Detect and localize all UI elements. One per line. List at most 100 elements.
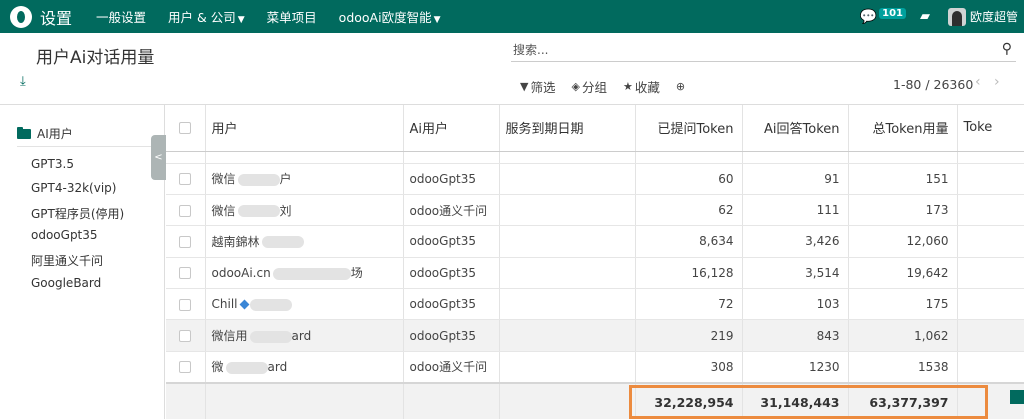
- table-row[interactable]: 微 ard odoo通义千问 308 1230 1538: [166, 351, 1024, 384]
- search-panel-item[interactable]: 阿里通义千问: [31, 252, 124, 276]
- pager-next-icon[interactable]: ›: [994, 74, 1000, 90]
- cell-total-token: 173: [848, 194, 958, 227]
- redacted-text: [261, 236, 304, 249]
- search-input[interactable]: [511, 42, 981, 57]
- row-checkbox[interactable]: [166, 288, 206, 321]
- cell-asked-token: 308: [635, 351, 743, 384]
- menu-odooai-label: odooAi欧度智能: [338, 10, 432, 25]
- search-panel-list: GPT3.5 GPT4-32k(vip) GPT程序员(停用) odooGpt3…: [31, 157, 124, 300]
- chat-icon[interactable]: 💬: [860, 9, 877, 25]
- user-name[interactable]: 欧度超管: [970, 8, 1018, 25]
- redacted-text: [249, 330, 292, 343]
- download-icon[interactable]: ⤓: [20, 74, 26, 89]
- cell-user: 微信用 ard: [205, 319, 404, 352]
- cell-expiry-date: [499, 288, 636, 321]
- table-row[interactable]: 微信 户 odooGpt35 60 91 151: [166, 163, 1024, 195]
- column-header-asked-token[interactable]: 已提问Token: [635, 105, 743, 152]
- checkbox[interactable]: [179, 298, 192, 311]
- cell-answer-token: 103: [742, 288, 849, 321]
- redacted-text: [225, 361, 268, 374]
- odoo-app-icon[interactable]: [10, 5, 32, 28]
- search-panel-item[interactable]: GPT3.5: [31, 157, 124, 181]
- table-row[interactable]: 微信 刘 odoo通义千问 62 111 173: [166, 194, 1024, 227]
- filter-button[interactable]: ▼ 筛选: [520, 77, 555, 96]
- layers-icon: ◈: [571, 80, 580, 93]
- cell-ai-user: odoo通义千问: [403, 351, 500, 384]
- cell-token-extra: [957, 351, 1024, 384]
- table-row[interactable]: 越南錦林 odooGpt35 8,634 3,426 12,060: [166, 225, 1024, 258]
- search-panel-item[interactable]: GPT4-32k(vip): [31, 181, 124, 205]
- cell-user: 越南錦林: [205, 225, 404, 258]
- table-row[interactable]: odooAi.cn 场 odooGpt35 16,128 3,514 19,642: [166, 257, 1024, 290]
- cell-total-token: 175: [848, 288, 958, 321]
- user-name-text: 越南錦林: [211, 234, 260, 249]
- search-panel: AI用户 GPT3.5 GPT4-32k(vip) GPT程序员(停用) odo…: [0, 105, 165, 419]
- top-navbar: 设置 一般设置 用户 & 公司 ▼ 菜单项目 odooAi欧度智能 ▼ 💬 101 …: [0, 0, 1024, 33]
- cell-asked-token: 72: [635, 288, 743, 321]
- row-checkbox[interactable]: [166, 257, 206, 290]
- checkbox[interactable]: [179, 121, 192, 134]
- favorites-button[interactable]: ★ 收藏: [623, 77, 660, 96]
- search-panel-item[interactable]: odooGpt35: [31, 228, 124, 252]
- cell-expiry-date: [499, 319, 636, 352]
- row-checkbox[interactable]: [166, 319, 206, 352]
- user-avatar[interactable]: [947, 7, 966, 26]
- zoom-in-icon: ⊕: [675, 80, 686, 93]
- menu-odooai[interactable]: odooAi欧度智能 ▼: [339, 7, 441, 26]
- menu-users-companies[interactable]: 用户 & 公司 ▼: [168, 7, 245, 26]
- search-panel-item[interactable]: GoogleBard: [31, 276, 124, 300]
- cell-expiry-date: [499, 225, 636, 258]
- column-header-token-truncated[interactable]: Toke: [957, 105, 1024, 152]
- column-header-user[interactable]: 用户: [205, 105, 404, 152]
- cell-ai-user: odoo通义千问: [403, 194, 500, 227]
- divider: [17, 146, 165, 147]
- collapse-panel-button[interactable]: <: [151, 135, 166, 180]
- caret-down-icon: ▼: [237, 15, 245, 25]
- menu-users-companies-label: 用户 & 公司: [168, 10, 236, 25]
- scrollbar-thumb[interactable]: [1010, 390, 1024, 404]
- zoom-search-button[interactable]: ⊕: [676, 80, 687, 93]
- checkbox[interactable]: [179, 267, 192, 280]
- row-checkbox[interactable]: [166, 351, 206, 384]
- cell-expiry-date: [499, 194, 636, 227]
- filter-icon: ▼: [520, 80, 529, 93]
- checkbox[interactable]: [179, 330, 192, 343]
- group-by-label: 分组: [581, 80, 607, 95]
- select-all-checkbox[interactable]: [166, 105, 206, 152]
- cell-user: odooAi.cn 场: [205, 257, 404, 290]
- checkbox[interactable]: [179, 235, 192, 248]
- checkbox[interactable]: [179, 361, 192, 374]
- column-header-total-token[interactable]: 总Token用量: [848, 105, 958, 152]
- table-row[interactable]: 微信用 ard odooGpt35 219 843 1,062: [166, 319, 1024, 352]
- cell-total-token: 1,062: [848, 319, 958, 352]
- checkbox[interactable]: [179, 204, 192, 217]
- group-by-button[interactable]: ◈ 分组: [571, 77, 606, 96]
- cell-token-extra: [957, 257, 1024, 290]
- column-header-ai-user[interactable]: Ai用户: [403, 105, 500, 152]
- cell-token-extra: [957, 194, 1024, 227]
- pager-previous-icon[interactable]: ‹: [975, 74, 981, 90]
- activity-book-icon[interactable]: ▰: [920, 9, 930, 24]
- pager-value[interactable]: 1-80 / 26360: [893, 77, 973, 92]
- column-header-expiry-date[interactable]: 服务到期日期: [499, 105, 636, 152]
- menu-menu-items[interactable]: 菜单项目: [267, 7, 317, 26]
- cell-token-extra: [957, 225, 1024, 258]
- checkbox[interactable]: [179, 173, 192, 186]
- caret-down-icon: ▼: [433, 15, 441, 25]
- app-title[interactable]: 设置: [40, 5, 72, 29]
- row-checkbox[interactable]: [166, 194, 206, 227]
- table-row[interactable]: [166, 151, 1024, 164]
- search-panel-item[interactable]: GPT程序员(停用): [31, 205, 124, 229]
- table-row[interactable]: Chill odooGpt35 72 103 175: [166, 288, 1024, 321]
- user-name-tail: 场: [350, 266, 363, 281]
- search-panel-header[interactable]: AI用户: [17, 125, 73, 142]
- menu-general-settings[interactable]: 一般设置: [96, 7, 146, 26]
- user-name-text: 微信用: [211, 329, 248, 344]
- row-checkbox[interactable]: [166, 163, 206, 195]
- diamond-emoji-icon: [239, 299, 249, 310]
- row-checkbox[interactable]: [166, 225, 206, 258]
- column-header-answer-token[interactable]: Ai回答Token: [742, 105, 849, 152]
- user-name-text: 微信: [211, 172, 236, 187]
- search-icon[interactable]: ⚲: [1002, 41, 1012, 57]
- redacted-text: [272, 267, 351, 280]
